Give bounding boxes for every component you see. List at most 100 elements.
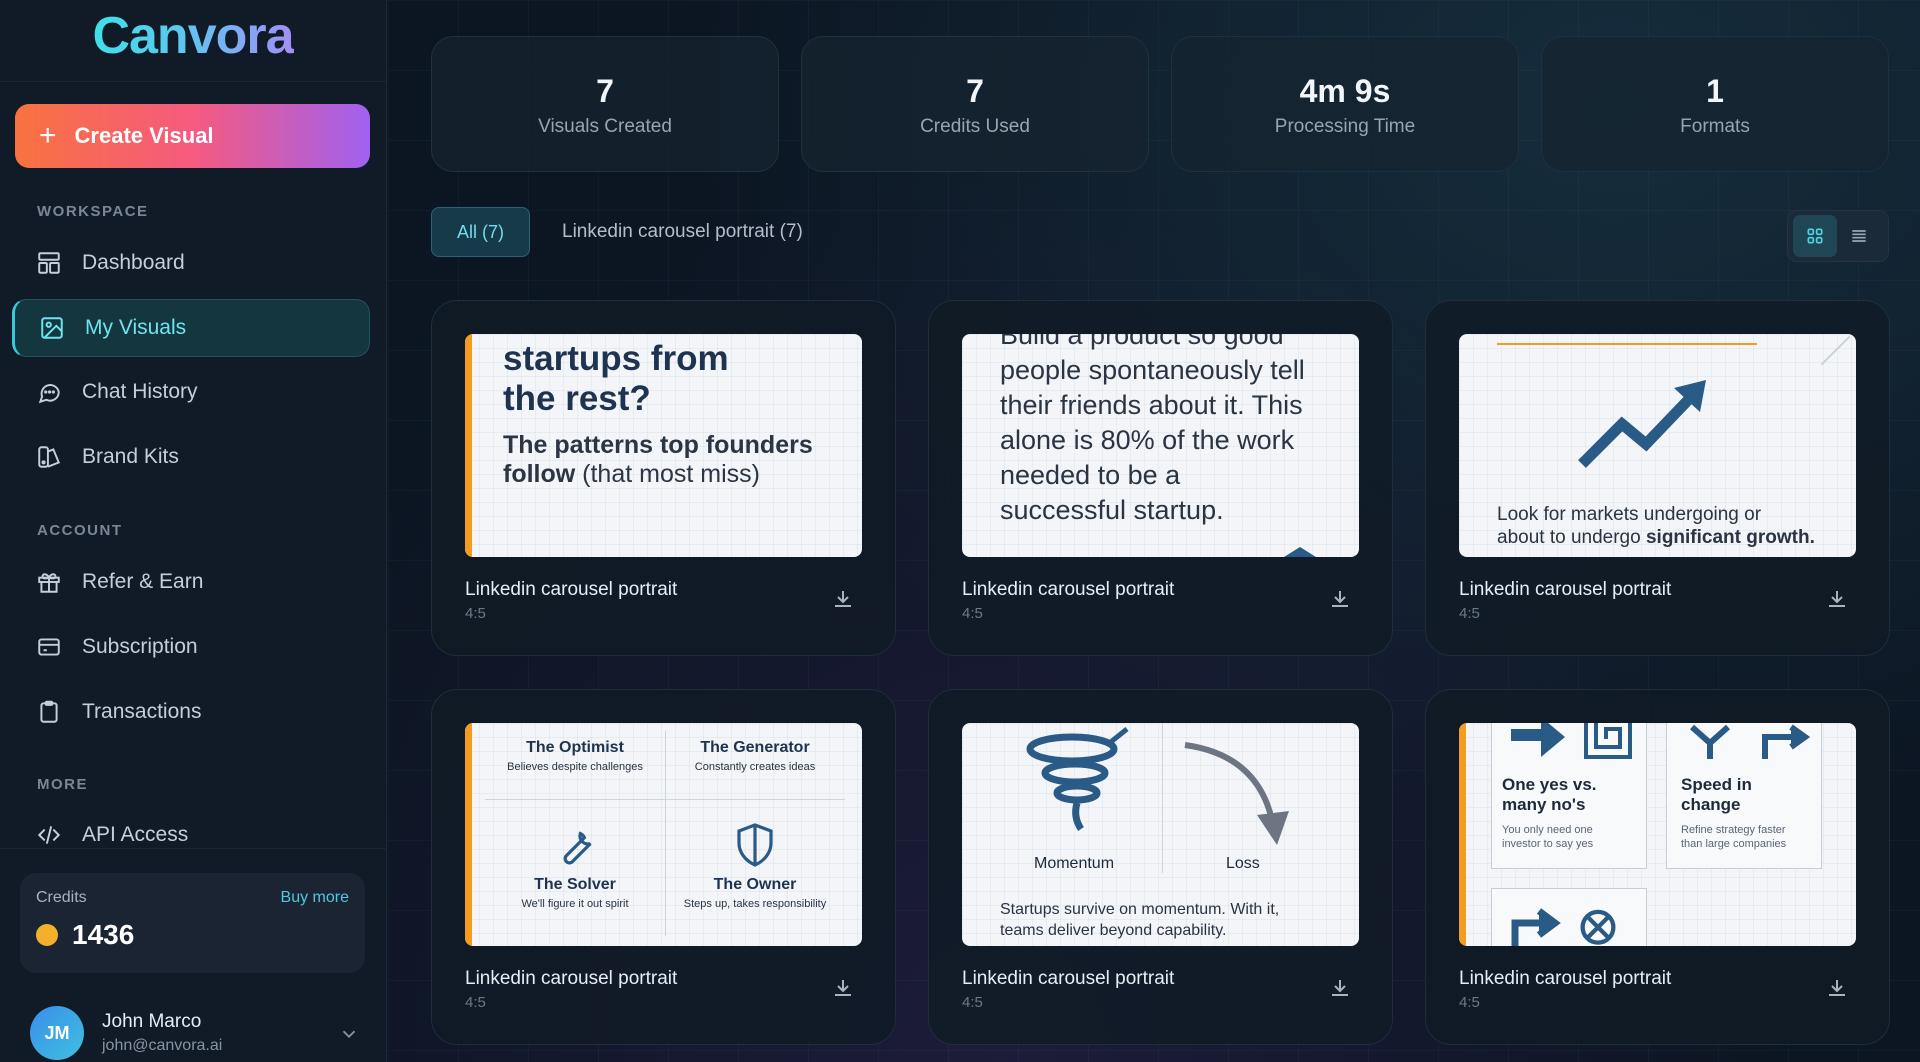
user-menu[interactable]: JM John Marco john@canvora.ai xyxy=(30,1005,360,1061)
persona-optimist: The Optimist Believes despite challenges xyxy=(485,739,665,773)
stat-label: Credits Used xyxy=(920,116,1030,137)
section-label-workspace: WORKSPACE xyxy=(37,203,149,220)
preview-line-group: about to undergo significant growth. xyxy=(1497,527,1815,549)
visual-card[interactable]: Look for markets undergoing or about to … xyxy=(1425,300,1890,656)
visual-thumbnail[interactable]: Momentum Loss Startups survive on moment… xyxy=(962,723,1359,946)
persona-generator: The Generator Constantly creates ideas xyxy=(665,739,845,773)
stat-value: 7 xyxy=(966,73,984,109)
sidebar-item-label: API Access xyxy=(82,823,189,846)
persona-title: The Optimist xyxy=(526,739,624,756)
preview-box-sub: You only need one investor to say yes xyxy=(1502,823,1593,851)
preview-line: the rest? xyxy=(503,379,651,418)
card-ratio: 4:5 xyxy=(465,605,486,622)
stat-value: 1 xyxy=(1706,73,1724,109)
chat-icon xyxy=(38,384,60,404)
preview-decoration xyxy=(1820,335,1856,393)
preview-box-sub: Refine strategy faster than large compani… xyxy=(1681,823,1786,851)
sidebar-item-label: My Visuals xyxy=(85,316,187,339)
stat-label: Processing Time xyxy=(1274,116,1416,137)
download-icon[interactable] xyxy=(1328,976,1352,1000)
preview-text: change xyxy=(1681,795,1741,814)
download-icon[interactable] xyxy=(831,587,855,611)
gift-icon xyxy=(38,573,60,593)
user-name: John Marco xyxy=(102,1011,202,1032)
download-icon[interactable] xyxy=(1328,587,1352,611)
preview-bold: follow xyxy=(503,460,576,488)
preview-divider xyxy=(485,799,845,800)
code-icon xyxy=(37,826,61,844)
preview-text: many no's xyxy=(1502,795,1586,814)
card-ratio: 4:5 xyxy=(962,605,983,622)
split-arrow-icon xyxy=(1690,724,1730,759)
thumb-accent-bar xyxy=(465,723,472,946)
card-ratio: 4:5 xyxy=(1459,994,1480,1011)
filter-linkedin-tab[interactable]: Linkedin carousel portrait (7) xyxy=(562,207,803,257)
tornado-icon xyxy=(1026,727,1129,831)
preview-rest: (that most miss) xyxy=(575,460,760,488)
preview-line: successful startup. xyxy=(1000,495,1224,525)
visual-thumbnail[interactable]: The Optimist Believes despite challenges… xyxy=(465,723,862,946)
sidebar-item-chat-history[interactable]: Chat History xyxy=(12,363,370,421)
preview-line: Build a product so good xyxy=(1000,334,1284,350)
visual-thumbnail[interactable]: Build a product so good people spontaneo… xyxy=(962,334,1359,557)
preview-line: teams deliver beyond capability. xyxy=(1000,922,1227,939)
preview-box-title: One yes vs. many no's xyxy=(1502,775,1597,815)
sidebar-item-label: Chat History xyxy=(82,380,198,403)
preview-line: alone is 80% of the work xyxy=(1000,425,1295,455)
visual-card[interactable]: The Optimist Believes despite challenges… xyxy=(431,689,896,1045)
card-title: Linkedin carousel portrait xyxy=(465,968,678,989)
preview-text: Refine strategy faster xyxy=(1681,824,1786,836)
growth-arrow-icon xyxy=(1578,380,1706,468)
sidebar-item-label: Refer & Earn xyxy=(82,570,204,593)
visual-card[interactable]: startups from the rest? The patterns top… xyxy=(431,300,896,656)
visual-thumbnail[interactable]: One yes vs. many no's You only need one in… xyxy=(1459,723,1856,946)
grid-view-button[interactable] xyxy=(1793,215,1837,257)
card-ratio: 4:5 xyxy=(962,994,983,1011)
preview-text: than large companies xyxy=(1681,838,1787,850)
visual-thumbnail[interactable]: Look for markets undergoing or about to … xyxy=(1459,334,1856,557)
chevron-down-icon[interactable] xyxy=(338,1023,360,1045)
card-ratio: 4:5 xyxy=(1459,605,1480,622)
no-entry-icon xyxy=(1580,909,1616,945)
preview-text: about to undergo xyxy=(1497,527,1646,548)
credits-card: Credits Buy more 1436 xyxy=(20,873,365,973)
list-icon xyxy=(1852,230,1866,242)
preview-divider xyxy=(1162,723,1163,873)
card-title: Linkedin carousel portrait xyxy=(962,968,1175,989)
buy-more-link[interactable]: Buy more xyxy=(281,889,349,907)
section-label-more: MORE xyxy=(37,776,88,793)
dashboard-icon xyxy=(38,252,60,274)
sidebar-item-dashboard[interactable]: Dashboard xyxy=(12,234,370,292)
brand-logo[interactable]: Canvora xyxy=(92,6,294,66)
maze-icon xyxy=(1584,723,1632,759)
preview-line: their friends about it. This xyxy=(1000,390,1303,420)
visual-card[interactable]: Momentum Loss Startups survive on moment… xyxy=(928,689,1393,1045)
stat-label: Visuals Created xyxy=(538,116,672,137)
visual-card[interactable]: Build a product so good people spontaneo… xyxy=(928,300,1393,656)
preview-text: You only need one xyxy=(1502,824,1593,836)
visual-card[interactable]: One yes vs. many no's You only need one in… xyxy=(1425,689,1890,1045)
sidebar-item-label: Subscription xyxy=(82,635,198,658)
sidebar-item-my-visuals[interactable]: My Visuals xyxy=(12,299,370,357)
preview-line: Startups survive on momentum. With it, xyxy=(1000,901,1280,918)
download-icon[interactable] xyxy=(831,976,855,1000)
sidebar-item-api-access[interactable]: API Access xyxy=(12,806,370,864)
create-visual-button[interactable]: + Create Visual xyxy=(15,104,370,168)
download-icon[interactable] xyxy=(1825,976,1849,1000)
wrench-icon xyxy=(563,831,592,865)
main-content: 7 Visuals Created 7 Credits Used 4m 9s P… xyxy=(388,0,1920,1062)
stat-card-processing-time: 4m 9s Processing Time xyxy=(1171,36,1519,172)
sidebar-item-brand-kits[interactable]: Brand Kits xyxy=(12,428,370,486)
list-view-button[interactable] xyxy=(1837,215,1881,257)
create-visual-label: Create Visual xyxy=(74,123,214,148)
falling-arrow-icon xyxy=(1184,742,1289,845)
sidebar-item-transactions[interactable]: Transactions xyxy=(12,683,370,741)
sidebar-item-subscription[interactable]: Subscription xyxy=(12,618,370,676)
filter-all-tab[interactable]: All (7) xyxy=(431,207,530,257)
download-icon[interactable] xyxy=(1825,587,1849,611)
preview-label: Loss xyxy=(1226,855,1260,872)
divider xyxy=(0,848,387,849)
persona-owner: The Owner Steps up, takes responsibility xyxy=(665,876,845,910)
sidebar-item-refer-earn[interactable]: Refer & Earn xyxy=(12,553,370,611)
visual-thumbnail[interactable]: startups from the rest? The patterns top… xyxy=(465,334,862,557)
